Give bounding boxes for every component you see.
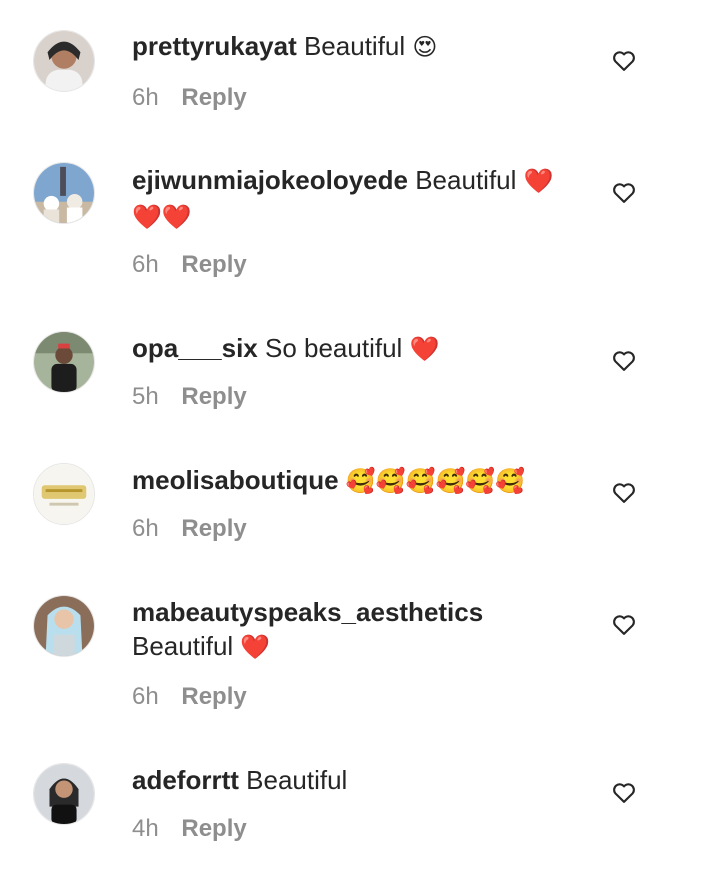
reply-button[interactable]: Reply [181, 383, 246, 410]
comment-meta: 6h Reply [132, 84, 247, 112]
like-button[interactable] [610, 178, 638, 206]
reply-button[interactable]: Reply [181, 84, 246, 111]
username[interactable]: prettyrukayat [132, 31, 297, 61]
comment-text: prettyrukayat Beautiful 😍 [132, 29, 577, 65]
comment-body: Beautiful [246, 765, 348, 795]
comment-meta: 5h Reply [132, 383, 247, 411]
timestamp: 5h [132, 383, 159, 410]
heart-outline-icon [613, 183, 635, 203]
username[interactable]: meolisaboutique [132, 465, 339, 495]
avatar[interactable] [33, 162, 95, 224]
emoji: ❤️ [523, 168, 554, 195]
username[interactable]: ejiwunmiajokeoloyede [132, 165, 408, 195]
username[interactable]: opa___six [132, 333, 258, 363]
like-button[interactable] [610, 46, 638, 74]
like-button[interactable] [610, 478, 638, 506]
avatar[interactable] [33, 595, 95, 657]
timestamp: 6h [132, 251, 159, 278]
avatar[interactable] [33, 763, 95, 825]
like-button[interactable] [610, 610, 638, 638]
comment-text: adeforrtt Beautiful [132, 763, 577, 797]
comment-meta: 6h Reply [132, 251, 247, 279]
comment-body: Beautiful [303, 31, 406, 61]
comment-body: Beautiful [415, 165, 517, 195]
heart-outline-icon [613, 615, 635, 635]
avatar[interactable] [33, 463, 95, 525]
comment-meta: 6h Reply [132, 683, 247, 711]
emoji-continued: ❤️❤️ [132, 204, 192, 231]
avatar[interactable] [33, 331, 95, 393]
heart-outline-icon [613, 351, 635, 371]
reply-button[interactable]: Reply [181, 683, 246, 710]
username[interactable]: mabeautyspeaks_aesthetics [132, 597, 483, 627]
timestamp: 6h [132, 683, 159, 710]
comment-text: meolisaboutique 🥰🥰🥰🥰🥰🥰 [132, 463, 577, 499]
heart-outline-icon [613, 483, 635, 503]
comment-text: mabeautyspeaks_aesthetics Beautiful ❤️ [132, 595, 577, 665]
comment-text: opa___six So beautiful ❤️ [132, 331, 577, 367]
reply-button[interactable]: Reply [181, 515, 246, 542]
timestamp: 6h [132, 515, 159, 542]
emoji: ❤️ [409, 336, 440, 363]
timestamp: 4h [132, 815, 159, 842]
heart-outline-icon [613, 783, 635, 803]
username[interactable]: adeforrtt [132, 765, 239, 795]
emoji: 🥰🥰🥰🥰🥰🥰 [345, 468, 526, 495]
avatar[interactable] [33, 30, 95, 92]
comment-body: Beautiful [132, 631, 234, 661]
comment-meta: 6h Reply [132, 515, 247, 543]
reply-button[interactable]: Reply [181, 815, 246, 842]
emoji: ❤️ [240, 634, 271, 661]
emoji: 😍 [412, 34, 438, 61]
comment-meta: 4h Reply [132, 815, 247, 843]
comment-body: So beautiful [264, 333, 403, 363]
heart-outline-icon [613, 51, 635, 71]
timestamp: 6h [132, 84, 159, 111]
comment-text: ejiwunmiajokeoloyede Beautiful ❤️ ❤️❤️ [132, 163, 577, 235]
like-button[interactable] [610, 778, 638, 806]
like-button[interactable] [610, 346, 638, 374]
reply-button[interactable]: Reply [181, 251, 246, 278]
